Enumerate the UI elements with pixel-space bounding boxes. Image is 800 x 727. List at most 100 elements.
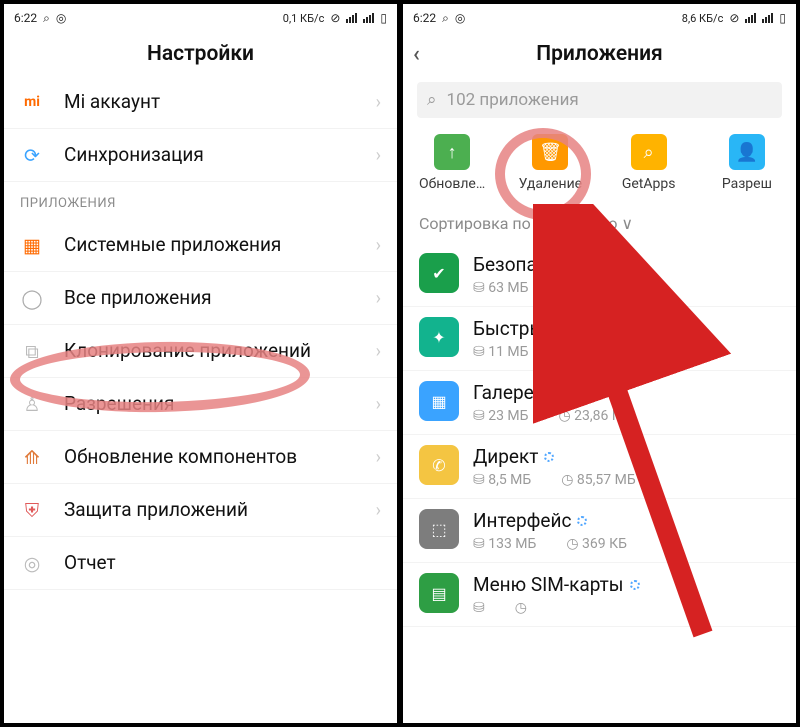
signal-icon bbox=[745, 13, 756, 23]
app-storage: ⛁ 8,5 МБ bbox=[473, 472, 531, 488]
search-bar[interactable]: ⌕ 102 приложения bbox=[417, 82, 782, 118]
loading-icon bbox=[550, 388, 560, 398]
tab-permissions[interactable]: 👤 Разреш bbox=[698, 134, 796, 192]
app-row[interactable]: ▤ Меню SIM-карты ⛁ ◷ bbox=[403, 563, 796, 627]
chevron-right-icon: › bbox=[376, 235, 381, 256]
row-mi-account[interactable]: mi Mi аккаунт › bbox=[4, 76, 397, 129]
loading-icon bbox=[544, 452, 554, 462]
page-title: Настройки bbox=[4, 32, 397, 76]
shop-icon: ⌕ bbox=[631, 134, 667, 170]
instagram-icon: ◎ bbox=[56, 11, 66, 25]
no-sim-icon: ⊘ bbox=[729, 11, 739, 25]
grid-icon: ▦ bbox=[20, 233, 44, 257]
app-time: ◷ 369 КБ bbox=[566, 536, 627, 552]
app-row[interactable]: ⬚ Интерфейс ⛁ 133 МБ ◷ 369 КБ bbox=[403, 499, 796, 563]
app-icon: ▦ bbox=[419, 381, 459, 421]
search-icon: ⌕ bbox=[427, 90, 437, 110]
sort-dropdown[interactable]: Сортировка по состоянию ∨ bbox=[403, 198, 796, 243]
search-icon: ⌕ bbox=[43, 11, 50, 26]
app-icon: ✦ bbox=[419, 317, 459, 357]
app-storage: ⛁ 23 МБ bbox=[473, 408, 528, 424]
app-name: Меню SIM-карты bbox=[473, 573, 780, 596]
right-screenshot: 6:22 ⌕ ◎ 8,6 КБ/с ⊘ ▯ ‹ Приложения ⌕ 102… bbox=[403, 4, 796, 723]
app-name: Безопасность bbox=[473, 253, 780, 276]
app-icon: ▤ bbox=[419, 573, 459, 613]
app-storage: ⛁ 11 МБ bbox=[473, 344, 528, 360]
chevron-right-icon: › bbox=[376, 145, 381, 166]
chevron-right-icon: › bbox=[376, 288, 381, 309]
update-icon: ↑ bbox=[434, 134, 470, 170]
instagram-icon: ◎ bbox=[455, 11, 465, 25]
app-storage: ⛁ bbox=[473, 600, 485, 616]
tab-uninstall[interactable]: 🗑 Удаление bbox=[501, 134, 599, 192]
app-storage: ⛁ 63 МБ bbox=[473, 280, 528, 296]
clock: 6:22 bbox=[14, 11, 37, 25]
row-app-protection[interactable]: ⛨ Защита приложений › bbox=[4, 484, 397, 537]
back-button[interactable]: ‹ bbox=[413, 42, 420, 67]
tab-bar: ↑ Обновле… 🗑 Удаление ⌕ GetApps 👤 Разреш bbox=[403, 124, 796, 198]
status-bar: 6:22 ⌕ ◎ 0,1 КБ/с ⊘ ▯ bbox=[4, 4, 397, 32]
app-time: ◷ 85,57 МБ bbox=[561, 472, 635, 488]
app-time: ◷ 23,86 МБ bbox=[558, 408, 632, 424]
chevron-right-icon: › bbox=[376, 92, 381, 113]
sync-icon: ⟳ bbox=[20, 143, 44, 167]
battery-icon: ▯ bbox=[380, 11, 387, 25]
app-time: ◷ bbox=[515, 600, 527, 616]
app-row[interactable]: ▦ Галерея ⛁ 23 МБ ◷ 23,86 МБ bbox=[403, 371, 796, 435]
chevron-right-icon: › bbox=[376, 394, 381, 415]
clone-icon: ⧉ bbox=[20, 339, 44, 363]
chevron-right-icon: › bbox=[376, 447, 381, 468]
loading-icon bbox=[630, 580, 640, 590]
app-row[interactable]: ✆ Директ ⛁ 8,5 МБ ◷ 85,57 МБ bbox=[403, 435, 796, 499]
person-icon: 👤 bbox=[729, 134, 765, 170]
signal-icon-2 bbox=[363, 13, 374, 23]
app-storage: ⛁ 133 МБ bbox=[473, 536, 536, 552]
app-name: Быстрые приложения bbox=[473, 317, 780, 340]
row-report[interactable]: ◎ Отчет bbox=[4, 537, 397, 590]
section-apps: ПРИЛОЖЕНИЯ bbox=[4, 182, 397, 219]
search-icon: ⌕ bbox=[442, 11, 449, 26]
tab-updates[interactable]: ↑ Обновле… bbox=[403, 134, 501, 192]
app-row[interactable]: ✔ Безопасность ⛁ 63 МБ ◷ 182 МБ bbox=[403, 243, 796, 307]
battery-icon: ▯ bbox=[779, 11, 786, 25]
app-row[interactable]: ✦ Быстрые приложения ⛁ 11 МБ ◷ 274 МБ bbox=[403, 307, 796, 371]
permissions-icon: ♙ bbox=[20, 392, 44, 416]
report-icon: ◎ bbox=[20, 551, 44, 575]
mi-icon: mi bbox=[20, 90, 44, 114]
row-clone-apps[interactable]: ⧉ Клонирование приложений › bbox=[4, 325, 397, 378]
app-icon: ✆ bbox=[419, 445, 459, 485]
app-name: Интерфейс bbox=[473, 509, 780, 532]
network-speed: 0,1 КБ/с bbox=[283, 12, 325, 25]
page-title: ‹ Приложения bbox=[403, 32, 796, 76]
search-placeholder: 102 приложения bbox=[447, 90, 579, 110]
app-name: Галерея bbox=[473, 381, 780, 404]
left-screenshot: 6:22 ⌕ ◎ 0,1 КБ/с ⊘ ▯ Настройки mi Mi ак… bbox=[4, 4, 397, 723]
chevron-right-icon: › bbox=[376, 341, 381, 362]
app-name: Директ bbox=[473, 445, 780, 468]
chevron-right-icon: › bbox=[376, 500, 381, 521]
signal-icon bbox=[346, 13, 357, 23]
row-component-updates[interactable]: ⟰ Обновление компонентов › bbox=[4, 431, 397, 484]
status-bar: 6:22 ⌕ ◎ 8,6 КБ/с ⊘ ▯ bbox=[403, 4, 796, 32]
update-icon: ⟰ bbox=[20, 445, 44, 469]
loading-icon bbox=[676, 324, 686, 334]
apps-icon: ◯ bbox=[20, 286, 44, 310]
app-icon: ✔ bbox=[419, 253, 459, 293]
shield-icon: ⛨ bbox=[20, 498, 44, 522]
row-all-apps[interactable]: ◯ Все приложения › bbox=[4, 272, 397, 325]
signal-icon-2 bbox=[762, 13, 773, 23]
row-system-apps[interactable]: ▦ Системные приложения › bbox=[4, 219, 397, 272]
tab-getapps[interactable]: ⌕ GetApps bbox=[600, 134, 698, 192]
app-time: ◷ 182 МБ bbox=[558, 280, 622, 296]
clock: 6:22 bbox=[413, 11, 436, 25]
loading-icon bbox=[577, 516, 587, 526]
row-sync[interactable]: ⟳ Синхронизация › bbox=[4, 129, 397, 182]
loading-icon bbox=[604, 260, 614, 270]
network-speed: 8,6 КБ/с bbox=[682, 12, 724, 25]
trash-icon: 🗑 bbox=[532, 134, 568, 170]
app-icon: ⬚ bbox=[419, 509, 459, 549]
no-sim-icon: ⊘ bbox=[330, 11, 340, 25]
app-list: ✔ Безопасность ⛁ 63 МБ ◷ 182 МБ ✦ Быстры… bbox=[403, 243, 796, 723]
settings-list: mi Mi аккаунт › ⟳ Синхронизация › ПРИЛОЖ… bbox=[4, 76, 397, 723]
row-permissions[interactable]: ♙ Разрешения › bbox=[4, 378, 397, 431]
